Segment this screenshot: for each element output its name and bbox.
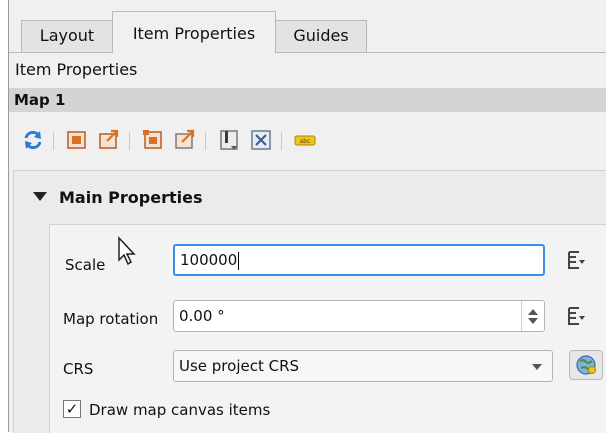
scale-input[interactable]: 100000 xyxy=(173,244,545,276)
globe-icon xyxy=(576,355,596,375)
map-toolbar: abc xyxy=(9,124,606,158)
bookmark-icon[interactable] xyxy=(217,128,241,152)
tab-divider xyxy=(9,52,606,53)
chevron-down-icon xyxy=(532,364,542,370)
view-extent-in-canvas-icon[interactable] xyxy=(97,128,121,152)
main-properties-label: Main Properties xyxy=(59,188,203,207)
view-map-extent-icon[interactable] xyxy=(173,128,197,152)
spin-down-icon[interactable] xyxy=(528,318,538,324)
toolbar-separator xyxy=(281,132,282,150)
map-rotation-spinbox[interactable]: 0.00 ° xyxy=(173,300,545,332)
label-settings-icon[interactable]: abc xyxy=(293,128,317,152)
draw-canvas-label: Draw map canvas items xyxy=(89,401,271,419)
crs-combobox[interactable]: Use project CRS xyxy=(173,350,553,382)
mouse-cursor-icon xyxy=(118,236,136,266)
crs-selector-button[interactable] xyxy=(569,350,603,380)
toolbar-separator xyxy=(129,132,130,150)
data-defined-override-icon[interactable] xyxy=(563,304,587,328)
text-caret xyxy=(238,251,240,270)
data-defined-override-icon[interactable] xyxy=(563,248,587,272)
tab-bar: Layout Item Properties Guides xyxy=(9,0,606,53)
refresh-icon[interactable] xyxy=(21,128,45,152)
item-name: Map 1 xyxy=(14,91,66,109)
panel-title: Item Properties xyxy=(15,60,138,79)
spin-up-icon[interactable] xyxy=(528,309,538,315)
collapse-triangle-icon xyxy=(33,192,47,201)
tab-item-properties[interactable]: Item Properties xyxy=(112,11,276,53)
tab-layout[interactable]: Layout xyxy=(21,20,113,52)
main-properties-header[interactable]: Main Properties xyxy=(33,188,202,207)
zoom-atlas-icon[interactable] xyxy=(249,128,273,152)
toolbar-separator xyxy=(205,132,206,150)
scale-value: 100000 xyxy=(180,251,238,269)
tab-guides[interactable]: Guides xyxy=(275,20,367,52)
svg-text:abc: abc xyxy=(300,138,311,145)
set-extent-from-canvas-icon[interactable] xyxy=(65,128,89,152)
toolbar-separator xyxy=(53,132,54,150)
crs-label: CRS xyxy=(63,360,94,378)
map-rotation-value: 0.00 ° xyxy=(179,307,225,325)
set-extent-to-canvas-icon[interactable] xyxy=(141,128,165,152)
map-rotation-label: Map rotation xyxy=(63,310,159,328)
item-name-bar: Map 1 xyxy=(9,88,606,112)
item-properties-panel: Layout Item Properties Guides Item Prope… xyxy=(8,0,606,433)
draw-canvas-checkbox[interactable]: ✓ xyxy=(63,400,81,418)
spin-buttons[interactable] xyxy=(521,301,544,331)
crs-value: Use project CRS xyxy=(179,357,300,375)
scale-label: Scale xyxy=(65,256,106,274)
